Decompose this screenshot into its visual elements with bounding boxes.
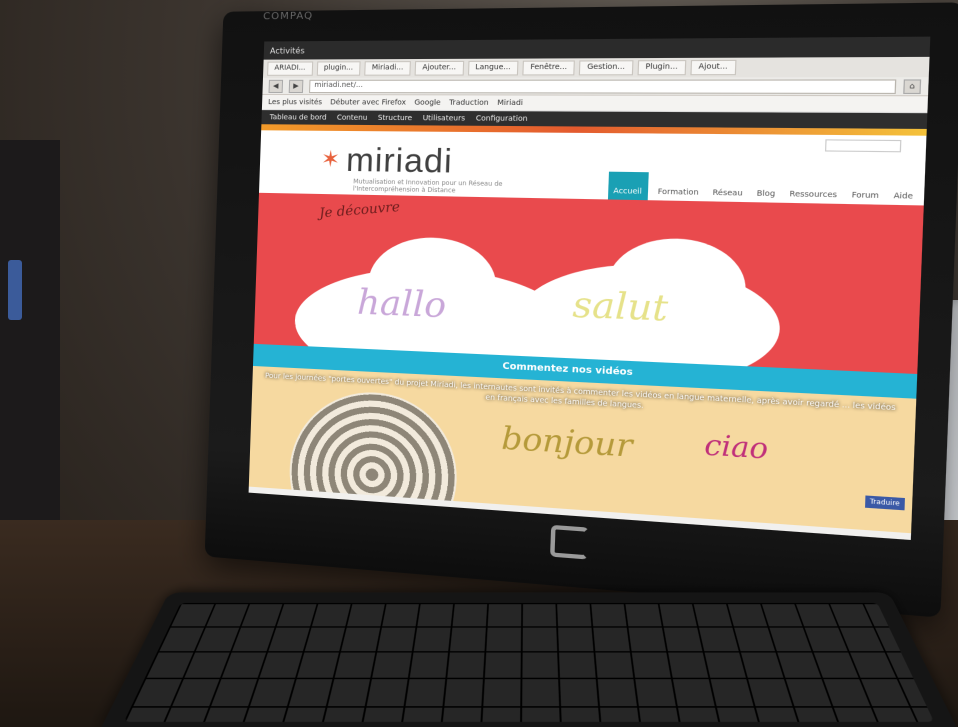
bookmark-item[interactable]: Débuter avec Firefox bbox=[330, 98, 406, 106]
tab[interactable]: ARIADI... bbox=[267, 61, 313, 76]
hero-word: bonjour bbox=[500, 420, 634, 466]
swirl-graphic bbox=[286, 388, 460, 534]
tab[interactable]: Langue... bbox=[467, 60, 519, 76]
menu-item[interactable]: Formation bbox=[654, 183, 702, 201]
bookmark-item[interactable]: Miriadi bbox=[497, 99, 523, 108]
monitor: COMPAQ Activités ARIADI... plugin... Mir… bbox=[204, 2, 958, 618]
gnome-topbar: Activités bbox=[263, 36, 931, 60]
keyboard-keys bbox=[123, 603, 935, 722]
tab[interactable]: Ajout... bbox=[690, 59, 737, 76]
browser-tabs: ARIADI... plugin... Miriadi... Ajouter..… bbox=[262, 56, 930, 78]
menu-item[interactable]: Réseau bbox=[709, 184, 747, 202]
tab[interactable]: plugin... bbox=[316, 61, 361, 76]
url-input[interactable]: miriadi.net/... bbox=[309, 78, 897, 94]
photo-scene: COMPAQ Activités ARIADI... plugin... Mir… bbox=[0, 0, 958, 727]
menu-item-home[interactable]: Accueil bbox=[607, 171, 649, 201]
menu-item[interactable]: Forum bbox=[848, 186, 883, 204]
hero-word: hallo bbox=[356, 281, 447, 327]
device-light bbox=[8, 260, 22, 320]
tab[interactable]: Fenêtre... bbox=[522, 60, 576, 76]
bookmark-item[interactable]: Google bbox=[414, 98, 441, 106]
hero-word: salut bbox=[571, 283, 669, 331]
site-name: miriadi bbox=[345, 141, 454, 180]
menu-item[interactable]: Aide bbox=[890, 187, 917, 205]
tab[interactable]: Gestion... bbox=[579, 60, 634, 76]
admin-item[interactable]: Configuration bbox=[476, 114, 528, 123]
admin-item[interactable]: Tableau de bord bbox=[270, 113, 327, 121]
nav-bar: ◀ ▶ miriadi.net/... ⌂ bbox=[262, 77, 929, 97]
hero-banner: Je découvre hallo salut bbox=[253, 192, 924, 375]
translate-badge[interactable]: Traduire bbox=[864, 495, 905, 511]
menu-item[interactable]: Ressources bbox=[786, 185, 841, 204]
tab[interactable]: Plugin... bbox=[637, 60, 687, 76]
site-logo[interactable]: ✶ miriadi bbox=[320, 141, 454, 181]
home-icon[interactable]: ⌂ bbox=[903, 78, 922, 94]
screen: Activités ARIADI... plugin... Miriadi...… bbox=[248, 36, 931, 540]
tab[interactable]: Miriadi... bbox=[364, 61, 412, 76]
admin-item[interactable]: Contenu bbox=[337, 114, 368, 122]
bookmark-item[interactable]: Traduction bbox=[449, 98, 489, 106]
keyboard bbox=[100, 592, 958, 727]
admin-item[interactable]: Structure bbox=[378, 114, 413, 122]
star-logo-icon: ✶ bbox=[320, 147, 341, 173]
forward-icon[interactable]: ▶ bbox=[288, 79, 304, 93]
activities-button[interactable]: Activités bbox=[270, 46, 305, 55]
hero-arc-text: Je découvre bbox=[318, 199, 401, 222]
compaq-logo-icon bbox=[550, 524, 590, 560]
search-input[interactable] bbox=[824, 139, 902, 153]
admin-item[interactable]: Utilisateurs bbox=[423, 114, 466, 123]
menu-item[interactable]: Blog bbox=[753, 185, 779, 203]
hero-word: ciao bbox=[703, 429, 769, 467]
monitor-brand: COMPAQ bbox=[262, 10, 314, 23]
tab[interactable]: Ajouter... bbox=[414, 60, 464, 76]
back-icon[interactable]: ◀ bbox=[268, 79, 284, 93]
bookmark-item[interactable]: Les plus visités bbox=[268, 98, 322, 106]
site-tagline: Mutualisation et Innovation pour un Rése… bbox=[352, 178, 503, 195]
left-device bbox=[0, 140, 60, 560]
